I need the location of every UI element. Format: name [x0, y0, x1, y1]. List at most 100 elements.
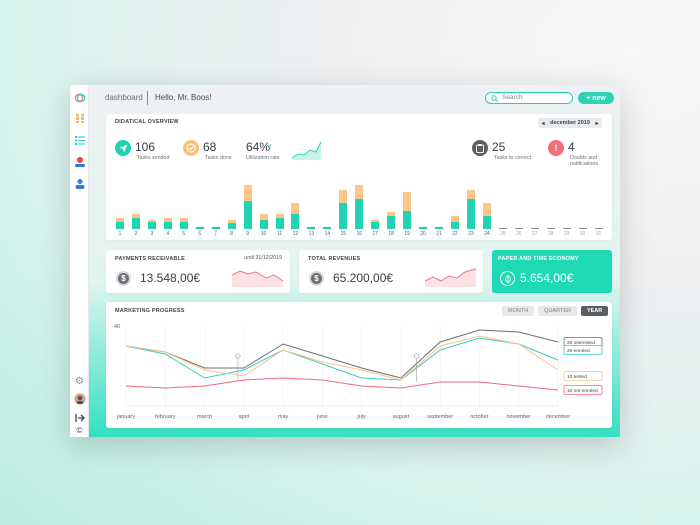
bar-done-day-4	[163, 221, 172, 229]
legend-label: 10 tested	[567, 374, 587, 380]
new-button[interactable]: + new	[578, 92, 614, 104]
bar-sended-day-8	[227, 219, 236, 224]
day-label: 14	[324, 231, 331, 237]
bar-done-day-23	[466, 199, 475, 229]
bar-sended-day-9	[243, 184, 252, 202]
dashboard-window: ⚙ © dashboard Hello, Mr. Boos! Search + …	[70, 85, 620, 437]
day-label: 10	[260, 231, 267, 237]
day-label: 1	[118, 231, 122, 237]
bar-done-day-14	[323, 228, 332, 229]
users-icon[interactable]	[73, 111, 86, 124]
export-icon[interactable]	[73, 411, 86, 424]
bar-sended-day-22	[450, 216, 459, 222]
breadcrumb[interactable]: dashboard	[105, 93, 143, 102]
payments-sparkline	[232, 270, 284, 287]
bar-done-day-1	[116, 221, 124, 229]
day-label: 28	[547, 231, 554, 237]
marketing-line-chart: january february march april may june july augu…	[114, 324, 603, 420]
day-label: 26	[515, 231, 522, 237]
legend-label: 10 not enroled	[567, 388, 598, 394]
revenues-title: TOTAL REVENUES	[308, 256, 361, 262]
bar-done-day-19	[403, 210, 412, 229]
bar-done-day-6	[195, 228, 204, 229]
bar-done-day-21	[435, 228, 443, 229]
bar-sended-day-19	[403, 192, 412, 211]
bar-done-day-24	[482, 216, 491, 229]
payments-card: PAYMENTS RECEIVABLE until 31/12/2019 $ 1…	[106, 250, 290, 293]
dollar-icon: $	[116, 271, 131, 286]
bar-sended-day-24	[482, 203, 491, 217]
marker-point	[235, 353, 241, 359]
dollar-icon: $	[309, 271, 324, 286]
bar-sended-day-10	[259, 214, 268, 220]
alert-user-icon[interactable]	[73, 155, 86, 168]
bar-sended-day-18	[387, 212, 396, 217]
bar-sended-day-11	[275, 214, 284, 218]
bar-done-day-13	[307, 228, 316, 229]
day-label: 4	[166, 231, 170, 237]
bar-sended-day-2	[131, 214, 140, 218]
bar-sended-day-25	[498, 228, 507, 229]
bar-sended-day-26	[514, 228, 523, 229]
day-label: 6	[198, 231, 202, 237]
search-icon	[491, 95, 498, 102]
x-tick-label: january	[116, 414, 135, 420]
overview-card: DIDATICAL OVERVIEW ◂ december 2019 ▸ 106…	[106, 114, 612, 240]
payments-value: 13.548,00€	[140, 271, 201, 285]
bar-sended-day-4	[163, 217, 172, 222]
bar-sended-day-5	[179, 217, 188, 222]
day-label: 13	[308, 231, 315, 237]
bar-sended-day-3	[147, 219, 156, 222]
day-label: 9	[246, 231, 249, 237]
x-tick-label: july	[357, 414, 367, 420]
bar-done-day-22	[450, 221, 459, 229]
bar-done-day-20	[419, 228, 428, 229]
economy-value: 5.654,00€	[520, 271, 574, 285]
bar-done-day-2	[131, 217, 140, 229]
list-icon[interactable]	[73, 133, 86, 146]
bar-sended-day-31	[594, 228, 603, 229]
search-input[interactable]: Search	[485, 92, 573, 104]
x-tick-label: april	[239, 414, 249, 420]
copyright-icon: ©	[76, 426, 83, 435]
bar-done-day-15	[339, 203, 348, 229]
payments-title: PAYMENTS RECEIVABLE	[115, 256, 186, 262]
sidebar: ⚙ ©	[70, 85, 89, 437]
bar-done-day-8	[227, 223, 236, 229]
bar-sended-day-20	[419, 227, 428, 229]
bar-sended-day-28	[546, 228, 555, 229]
day-label: 21	[436, 231, 442, 237]
gear-icon[interactable]: ⚙	[73, 375, 86, 388]
avatar[interactable]	[73, 392, 86, 405]
logo-icon[interactable]	[73, 91, 86, 104]
day-label: 8	[230, 231, 234, 237]
bar-done-day-3	[147, 221, 156, 229]
day-label: 5	[182, 231, 186, 237]
greeting: Hello, Mr. Boos!	[155, 93, 212, 102]
bar-done-day-11	[275, 217, 284, 229]
bar-sended-day-17	[371, 219, 380, 222]
bar-done-day-16	[355, 199, 364, 229]
bar-done-day-18	[387, 216, 396, 229]
bar-done-day-17	[371, 221, 380, 229]
day-label: 16	[356, 231, 363, 237]
day-label: 18	[388, 231, 394, 237]
x-tick-label: august	[393, 414, 410, 420]
x-tick-label: march	[197, 414, 212, 420]
user-icon[interactable]	[73, 177, 86, 190]
bar-sended-day-12	[291, 203, 300, 215]
top-bar: dashboard Hello, Mr. Boos! Search + new	[89, 85, 620, 111]
bar-sended-day-6	[195, 227, 204, 229]
revenues-value: 65.200,00€	[333, 271, 394, 285]
revenues-card: TOTAL REVENUES $ 65.200,00€	[299, 250, 483, 293]
day-label: 12	[292, 231, 299, 237]
bar-done-day-12	[291, 214, 300, 229]
day-label: 2	[134, 231, 138, 237]
bar-done-day-7	[211, 228, 220, 229]
day-label: 3	[150, 231, 154, 237]
x-tick-label: february	[155, 414, 175, 420]
bar-sended-day-13	[307, 227, 316, 229]
x-tick-label: october	[470, 414, 489, 420]
bar-sended-day-30	[578, 228, 587, 229]
x-tick-label: september	[427, 414, 453, 420]
